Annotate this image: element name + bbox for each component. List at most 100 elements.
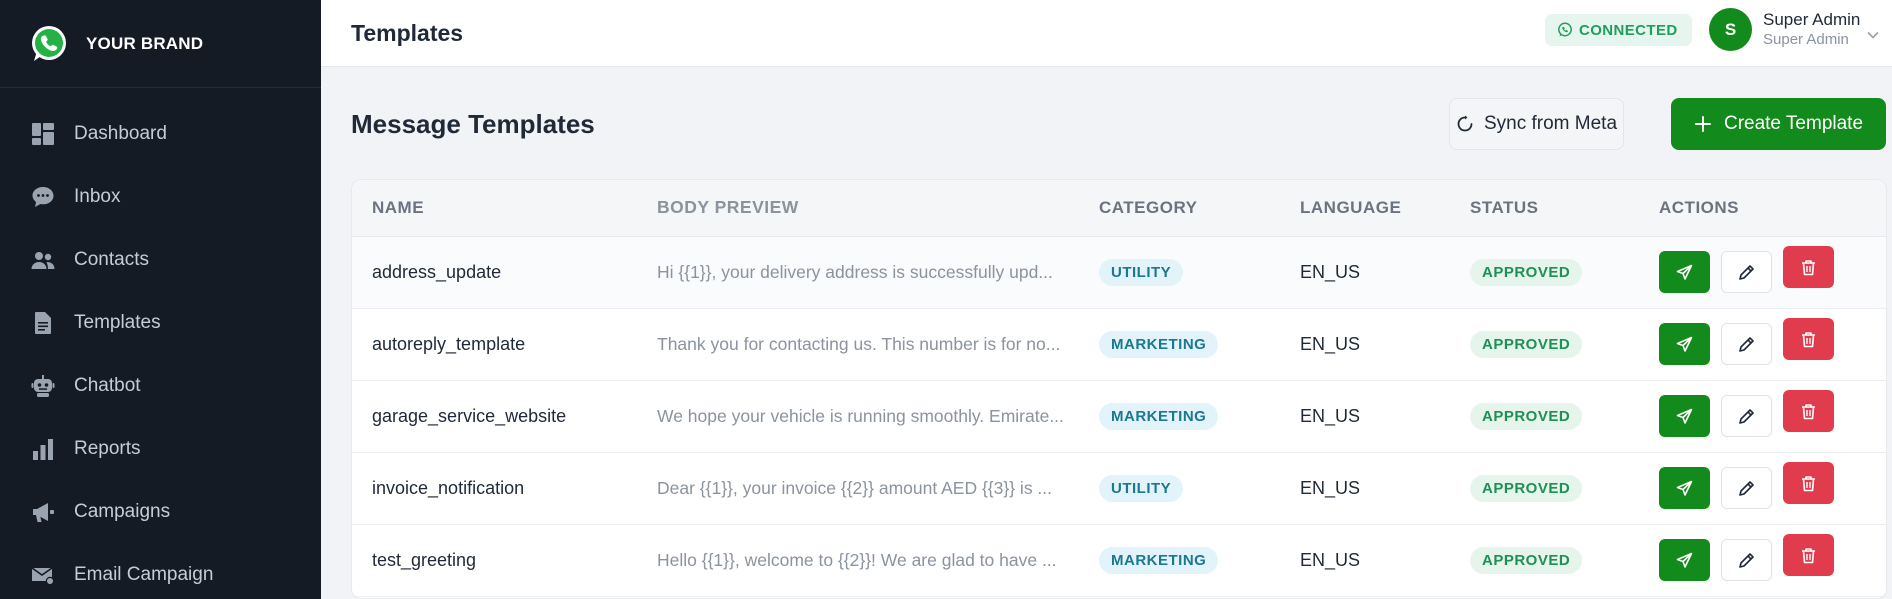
column-header-name[interactable]: NAME [352, 180, 657, 237]
whatsapp-logo-icon [32, 25, 66, 61]
sidebar-item-label: Contacts [74, 248, 149, 270]
connection-status-badge: CONNECTED [1545, 14, 1692, 46]
delete-template-button[interactable] [1783, 534, 1834, 576]
template-name: garage_service_website [352, 380, 657, 453]
templates-table: NAME BODY PREVIEW CATEGORY LANGUAGE STAT… [352, 180, 1886, 597]
page-header-title: Templates [351, 19, 464, 46]
category-badge: UTILITY [1099, 258, 1184, 286]
template-name: test_greeting [352, 524, 657, 597]
send-template-button[interactable] [1659, 539, 1710, 581]
trash-icon [1802, 331, 1815, 347]
sidebar-item-inbox[interactable]: Inbox [0, 165, 321, 228]
brand-header[interactable]: YOUR BRAND [0, 0, 321, 88]
templates-table-card: NAME BODY PREVIEW CATEGORY LANGUAGE STAT… [351, 179, 1887, 599]
main-content: Message Templates Sync from Meta Create … [321, 67, 1892, 599]
user-menu[interactable]: S Super Admin Super Admin [1709, 8, 1880, 51]
send-icon [1676, 336, 1693, 352]
document-icon [30, 310, 56, 336]
send-icon [1676, 552, 1693, 568]
template-language: EN_US [1300, 380, 1470, 453]
category-badge: MARKETING [1099, 330, 1219, 358]
table-header-row: NAME BODY PREVIEW CATEGORY LANGUAGE STAT… [352, 180, 1886, 237]
refresh-icon [1457, 115, 1473, 132]
sidebar-nav: Dashboard Inbox Contacts Templates Chatb… [0, 88, 321, 599]
pencil-icon [1739, 552, 1754, 568]
sidebar-item-campaigns[interactable]: Campaigns [0, 480, 321, 543]
sidebar-item-reports[interactable]: Reports [0, 417, 321, 480]
send-template-button[interactable] [1659, 395, 1710, 437]
status-badge: APPROVED [1470, 402, 1583, 430]
column-header-status[interactable]: STATUS [1470, 180, 1659, 237]
edit-template-button[interactable] [1721, 539, 1772, 581]
template-body-preview: Hi {{1}}, your delivery address is succe… [657, 236, 1099, 309]
trash-icon [1802, 475, 1815, 491]
robot-icon [30, 373, 56, 399]
chat-bubble-icon [30, 184, 56, 210]
sidebar-item-chatbot[interactable]: Chatbot [0, 354, 321, 417]
page-title: Message Templates [351, 109, 595, 139]
status-badge: APPROVED [1470, 546, 1583, 574]
template-name: address_update [352, 236, 657, 309]
user-role: Super Admin [1763, 30, 1849, 48]
send-template-button[interactable] [1659, 467, 1710, 509]
template-language: EN_US [1300, 308, 1470, 381]
sync-from-meta-button[interactable]: Sync from Meta [1449, 98, 1624, 150]
template-body-preview: We hope your vehicle is running smoothly… [657, 380, 1099, 453]
table-row: test_greeting Hello {{1}}, welcome to {{… [352, 524, 1886, 597]
send-template-button[interactable] [1659, 251, 1710, 293]
column-header-actions: ACTIONS [1659, 180, 1886, 237]
sidebar-item-label: Reports [74, 437, 141, 459]
trash-icon [1802, 403, 1815, 419]
pencil-icon [1739, 480, 1754, 496]
sidebar-item-label: Campaigns [74, 500, 171, 522]
send-icon [1676, 264, 1693, 280]
template-language: EN_US [1300, 236, 1470, 309]
bar-chart-icon [30, 436, 56, 462]
delete-template-button[interactable] [1783, 390, 1834, 432]
template-name: autoreply_template [352, 308, 657, 381]
table-row: invoice_notification Dear {{1}}, your in… [352, 452, 1886, 525]
avatar: S [1709, 8, 1752, 51]
column-header-body-preview: BODY PREVIEW [657, 180, 1099, 237]
sidebar-item-templates[interactable]: Templates [0, 291, 321, 354]
status-badge: APPROVED [1470, 258, 1583, 286]
create-template-button[interactable]: Create Template [1671, 98, 1886, 150]
sidebar-item-label: Chatbot [74, 374, 141, 396]
sync-button-label: Sync from Meta [1483, 113, 1618, 134]
template-language: EN_US [1300, 452, 1470, 525]
pencil-icon [1739, 336, 1754, 352]
send-template-button[interactable] [1659, 323, 1710, 365]
edit-template-button[interactable] [1721, 323, 1772, 365]
plus-icon [1694, 116, 1711, 132]
template-language: EN_US [1300, 524, 1470, 597]
sidebar-item-label: Templates [74, 311, 161, 333]
chevron-down-icon [1867, 31, 1879, 39]
brand-name: YOUR BRAND [86, 33, 204, 53]
status-badge: APPROVED [1470, 474, 1583, 502]
delete-template-button[interactable] [1783, 462, 1834, 504]
template-body-preview: Hello {{1}}, welcome to {{2}}! We are gl… [657, 524, 1099, 597]
sidebar: YOUR BRAND Dashboard Inbox Contacts Temp… [0, 0, 321, 599]
sidebar-item-email-campaign[interactable]: Email Campaign [0, 543, 321, 599]
edit-template-button[interactable] [1721, 251, 1772, 293]
pencil-icon [1739, 408, 1754, 424]
envelope-icon [30, 562, 56, 588]
delete-template-button[interactable] [1783, 246, 1834, 288]
category-badge: MARKETING [1099, 546, 1219, 574]
template-body-preview: Thank you for contacting us. This number… [657, 308, 1099, 381]
megaphone-icon [30, 499, 56, 525]
create-button-label: Create Template [1723, 113, 1864, 134]
dashboard-icon [30, 121, 56, 147]
category-badge: UTILITY [1099, 474, 1184, 502]
column-header-language[interactable]: LANGUAGE [1300, 180, 1470, 237]
sidebar-item-dashboard[interactable]: Dashboard [0, 102, 321, 165]
delete-template-button[interactable] [1783, 318, 1834, 360]
edit-template-button[interactable] [1721, 467, 1772, 509]
sidebar-item-label: Dashboard [74, 122, 167, 144]
template-body-preview: Dear {{1}}, your invoice {{2}} amount AE… [657, 452, 1099, 525]
sidebar-item-contacts[interactable]: Contacts [0, 228, 321, 291]
whatsapp-icon [1558, 22, 1572, 37]
column-header-category[interactable]: CATEGORY [1099, 180, 1300, 237]
edit-template-button[interactable] [1721, 395, 1772, 437]
trash-icon [1802, 547, 1815, 563]
